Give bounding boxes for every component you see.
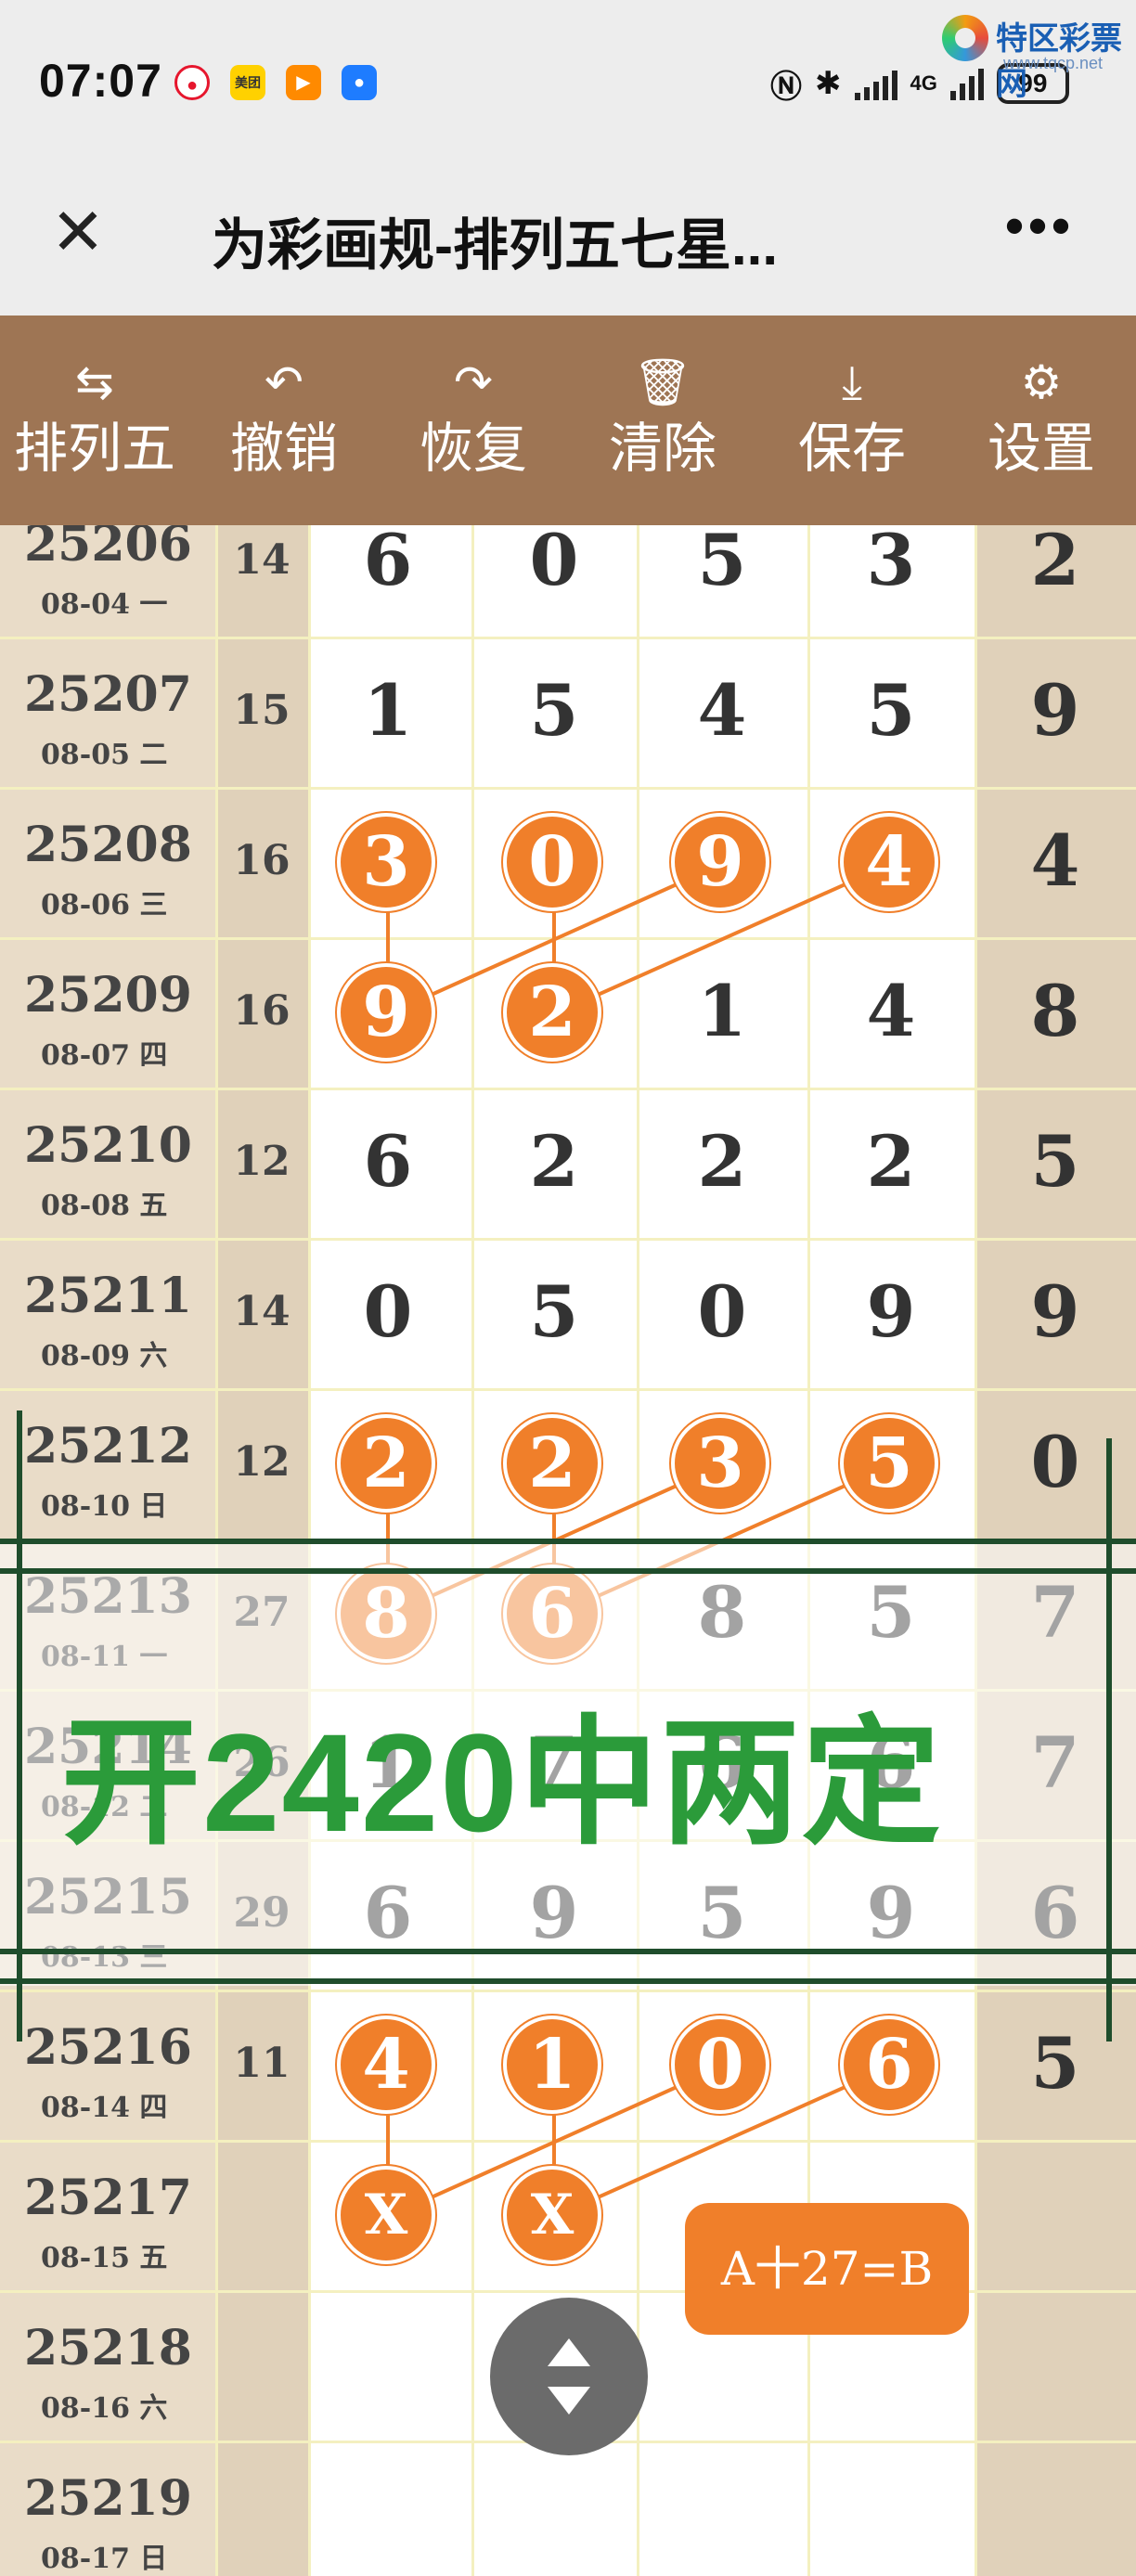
overlay-border-top-2 (0, 1568, 1136, 1574)
watermark-logo: 特区彩票网 www.tqcp.net (942, 7, 1132, 102)
redo-button[interactable]: ↷ 恢复 (379, 316, 568, 525)
highlight-ball[interactable]: 0 (503, 813, 601, 911)
highlight-ball[interactable]: X (503, 2166, 601, 2264)
formula-button[interactable]: A十27=B (685, 2203, 969, 2335)
highlight-ball[interactable]: 3 (671, 1414, 769, 1513)
swap-icon: ⇆ (75, 356, 114, 408)
highlight-ball[interactable]: 3 (337, 813, 435, 911)
settings-button[interactable]: ⚙ 设置 (947, 316, 1136, 525)
highlight-ball[interactable]: 2 (503, 1414, 601, 1513)
highlight-ball[interactable]: 9 (337, 963, 435, 1062)
highlight-ball[interactable]: 9 (671, 813, 769, 911)
nav-bar: ✕ 为彩画规-排列五七星... ••• (0, 167, 1136, 316)
overlay-border-bottom (0, 1949, 1136, 1954)
overlay-border-right (1106, 1438, 1112, 2041)
highlight-ball[interactable]: 1 (503, 2016, 601, 2114)
save-button[interactable]: ⤓ 保存 (757, 316, 947, 525)
redo-icon: ↷ (454, 356, 493, 408)
scroll-toggle-button[interactable] (490, 2298, 648, 2455)
undo-icon: ↶ (265, 356, 303, 408)
more-button[interactable]: ••• (984, 199, 1095, 273)
bluetooth-icon: ✱ (815, 66, 842, 101)
overlay-border-bottom-2 (0, 1978, 1136, 1984)
message-app-icon: ● (342, 65, 377, 100)
weibo-icon: ● (174, 65, 210, 100)
overlay-border-top (0, 1539, 1136, 1544)
toolbar: ⇆ 排列五 ↶ 撤销 ↷ 恢复 🗑 清除 ⤓ 保存 ⚙ 设置 (0, 316, 1136, 525)
nfc-icon: Ⓝ (770, 69, 802, 105)
watermark-url: www.tqcp.net (1003, 54, 1104, 72)
download-icon: ⤓ (841, 356, 863, 408)
lottery-type-button[interactable]: ⇆ 排列五 (0, 316, 189, 525)
overlay-annotation: 开2420中两定 (61, 1705, 943, 1861)
undo-button[interactable]: ↶ 撤销 (189, 316, 379, 525)
highlight-ball[interactable]: 2 (503, 963, 601, 1062)
highlight-ball[interactable]: 2 (337, 1414, 435, 1513)
status-bar: 07:07 ● 美团 ▶ ● Ⓝ ✱ 4G 99 特区彩票网 www.tqcp.… (0, 0, 1136, 167)
highlight-ball[interactable]: 4 (840, 813, 938, 911)
highlight-ball[interactable]: X (337, 2166, 435, 2264)
clear-button[interactable]: 🗑 清除 (568, 316, 757, 525)
video-app-icon: ▶ (286, 65, 321, 100)
trash-icon: 🗑 (633, 356, 692, 408)
clock: 07:07 (39, 55, 162, 107)
highlight-ball[interactable]: 5 (840, 1414, 938, 1513)
highlight-ball[interactable]: 4 (337, 2016, 435, 2114)
gear-icon: ⚙ (1020, 356, 1063, 408)
highlight-ball[interactable]: 0 (671, 2016, 769, 2114)
network-type: 4G (910, 71, 937, 95)
watermark-circle-icon (942, 15, 988, 61)
close-button[interactable]: ✕ (41, 195, 115, 269)
highlight-ball[interactable]: 6 (840, 2016, 938, 2114)
page-title: 为彩画规-排列五七星... (212, 214, 778, 277)
overlay-border-left (17, 1410, 22, 2041)
signal-icon (854, 67, 897, 100)
meituan-icon: 美团 (230, 65, 265, 100)
